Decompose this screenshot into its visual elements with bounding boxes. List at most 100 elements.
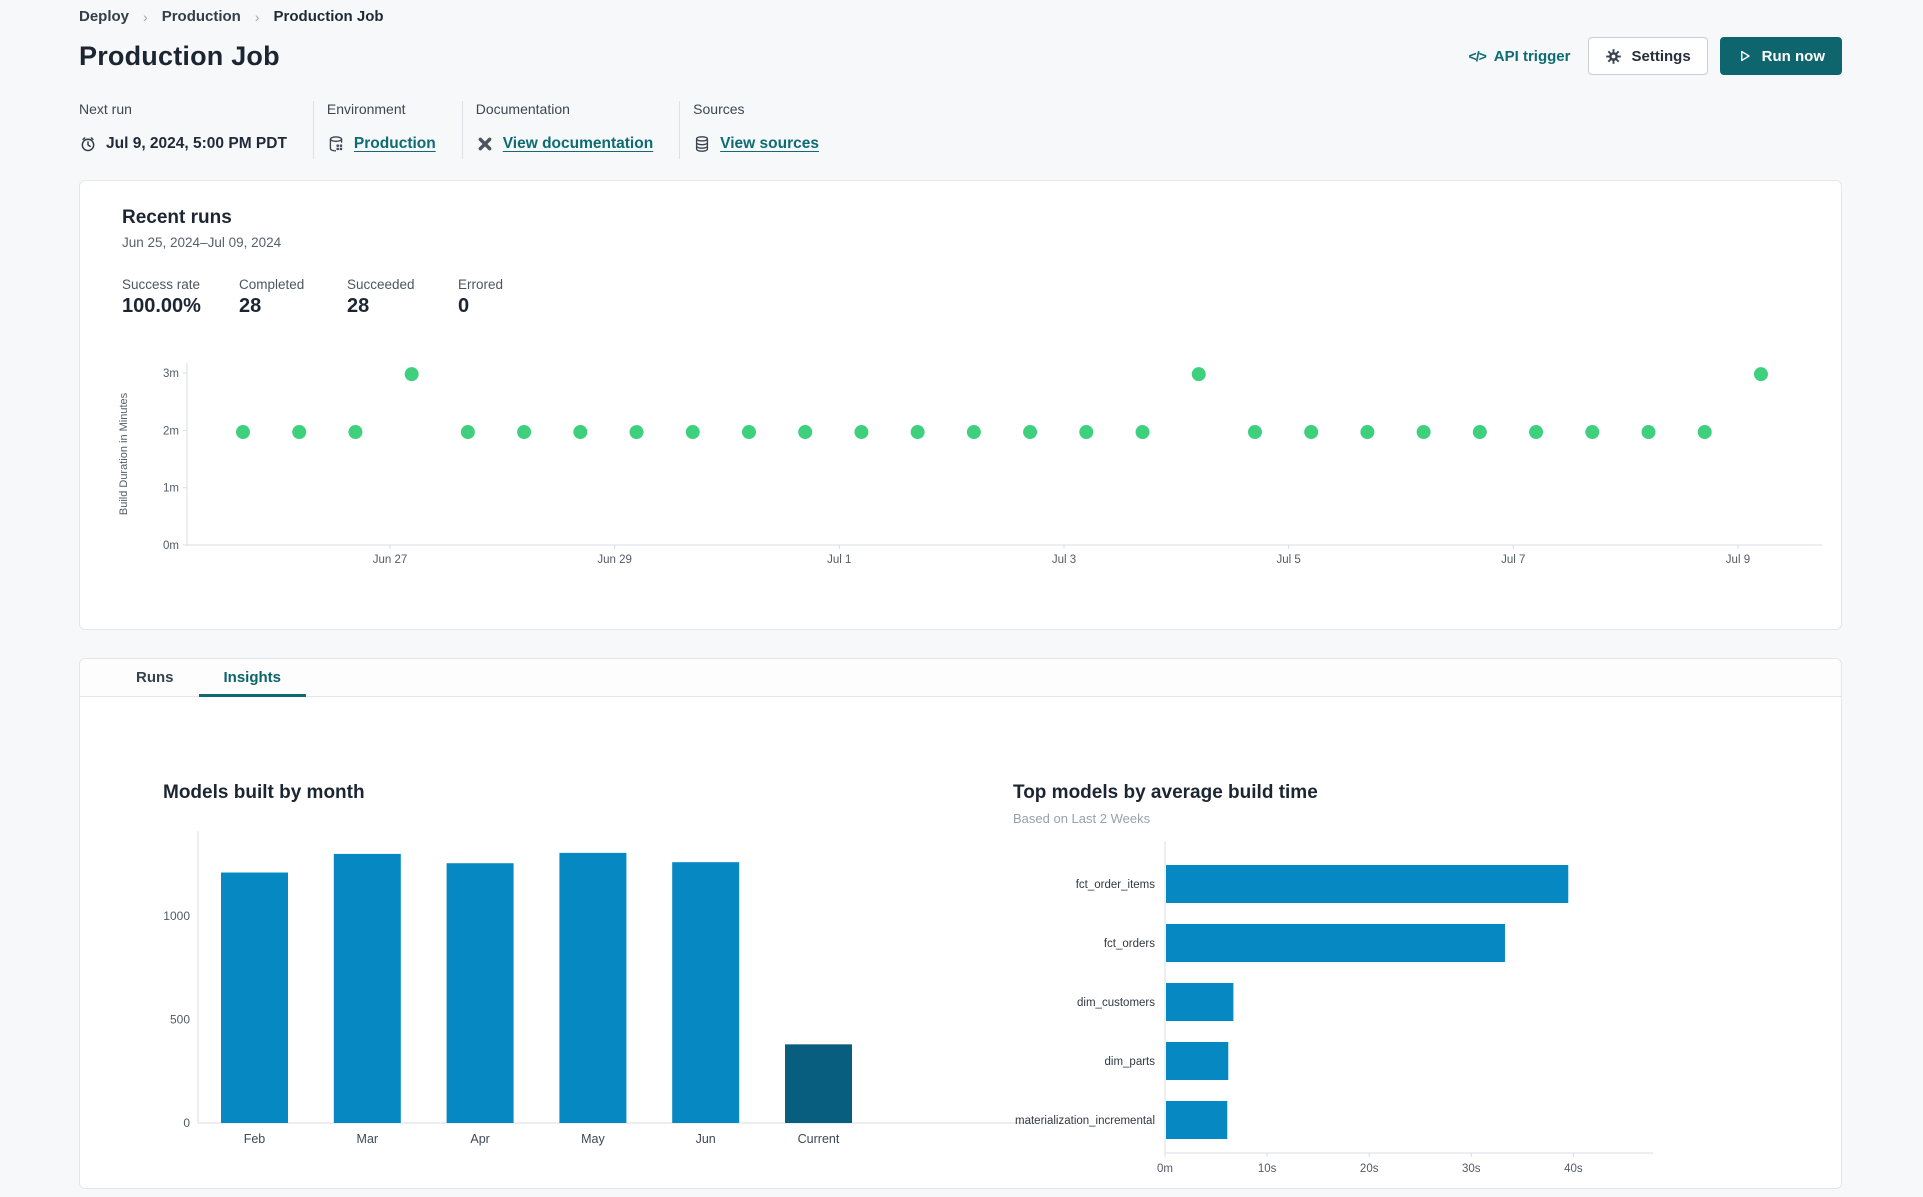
svg-text:dim_parts: dim_parts <box>1105 1056 1156 1068</box>
model-build-time-bar <box>1166 1101 1228 1139</box>
run-duration-point <box>1079 425 1094 440</box>
view-documentation-link[interactable]: View documentation <box>503 135 653 153</box>
build-duration-scatter-chart[interactable]: Build Duration in Minutes 0m 1m 2m 3m Jun 27 J… <box>80 359 1842 571</box>
svg-text:Feb: Feb <box>244 1132 266 1146</box>
run-duration-point <box>460 425 475 440</box>
chart-subtitle: Based on Last 2 Weeks <box>1013 811 1151 826</box>
settings-button[interactable]: Settings <box>1588 37 1708 75</box>
month-bar <box>446 863 514 1123</box>
meta-next-run: Next run Jul 9, 2024, 5:00 PM PDT <box>79 101 314 159</box>
run-duration-point <box>685 425 700 440</box>
svg-text:Mar: Mar <box>357 1132 379 1146</box>
api-trigger-label: API trigger <box>1493 47 1571 65</box>
run-duration-point <box>629 425 644 440</box>
chart-title: Top models by average build time <box>1013 782 1318 803</box>
chevron-right-icon: › <box>254 8 260 25</box>
run-duration-point <box>1304 425 1319 440</box>
svg-text:500: 500 <box>170 1013 190 1027</box>
model-build-time-bar <box>1166 865 1569 903</box>
run-duration-point <box>1135 425 1150 440</box>
breadcrumb-deploy[interactable]: Deploy <box>79 8 129 25</box>
run-duration-point <box>854 425 869 440</box>
model-build-time-bar <box>1166 983 1234 1021</box>
svg-text:Jul 1: Jul 1 <box>827 554 851 566</box>
top-models-build-time-chart: 0m 10s 20s 30s 40s fct_order_items fct_ordersd… <box>1015 841 1653 1175</box>
environment-database-icon <box>327 135 345 153</box>
run-duration-point <box>798 425 813 440</box>
run-duration-point <box>236 425 250 440</box>
recent-runs-stats: Success rate 100.00% Completed 28 Succee… <box>122 277 1841 318</box>
run-duration-point <box>1641 425 1656 440</box>
next-run-value: Jul 9, 2024, 5:00 PM PDT <box>106 135 287 152</box>
tab-runs[interactable]: Runs <box>111 659 199 696</box>
meta-environment: Environment Production <box>314 101 463 159</box>
svg-text:40s: 40s <box>1564 1163 1583 1175</box>
page-header: Production Job </> API trigger Settings … <box>79 37 1842 75</box>
view-sources-link[interactable]: View sources <box>720 135 819 153</box>
job-meta-row: Next run Jul 9, 2024, 5:00 PM PDT Enviro… <box>79 101 1842 159</box>
svg-text:Jun: Jun <box>696 1132 716 1146</box>
run-duration-point <box>404 367 419 382</box>
models-built-by-month-block: Models built by month 0 500 1000 Feb Mar Apr M… <box>163 782 1037 1188</box>
svg-text:May: May <box>581 1132 605 1146</box>
header-actions: </> API trigger Settings Run now <box>1469 37 1842 75</box>
run-duration-point <box>292 425 307 440</box>
environment-link[interactable]: Production <box>354 135 436 153</box>
month-bar <box>672 862 740 1123</box>
svg-text:0m: 0m <box>163 540 179 552</box>
svg-text:Jul 3: Jul 3 <box>1052 554 1076 566</box>
tab-insights[interactable]: Insights <box>198 659 307 697</box>
run-duration-point <box>1585 425 1600 440</box>
svg-text:Apr: Apr <box>470 1132 489 1146</box>
svg-text:20s: 20s <box>1360 1163 1379 1175</box>
month-bar <box>785 1044 852 1123</box>
svg-text:0: 0 <box>183 1116 190 1130</box>
alarm-clock-icon <box>79 135 97 153</box>
meta-label: Documentation <box>475 101 570 117</box>
recent-runs-card: Recent runs Jun 25, 2024–Jul 09, 2024 Su… <box>79 180 1842 630</box>
page-title: Production Job <box>79 40 280 71</box>
tab-strip: Runs Insights <box>80 659 1841 697</box>
job-detail-tabs-card: Runs Insights Models built by month 0 500… <box>79 658 1842 1189</box>
models-built-by-month-chart: 0 500 1000 Feb Mar Apr May Jun Current <box>163 831 1037 1146</box>
svg-text:Jul 5: Jul 5 <box>1276 554 1300 566</box>
settings-label: Settings <box>1631 47 1691 65</box>
chart-title: Models built by month <box>163 782 365 803</box>
breadcrumb-current-page: Production Job <box>273 8 384 25</box>
svg-text:Jun 27: Jun 27 <box>373 554 408 566</box>
meta-label: Sources <box>693 101 745 117</box>
production-job-page: Deploy › Production › Production Job Pro… <box>0 0 1923 1197</box>
svg-text:30s: 30s <box>1462 1163 1481 1175</box>
breadcrumb: Deploy › Production › Production Job <box>79 0 1842 25</box>
svg-text:1000: 1000 <box>163 909 190 923</box>
svg-text:3m: 3m <box>163 368 179 380</box>
svg-text:fct_orders: fct_orders <box>1104 938 1155 950</box>
run-duration-point <box>910 425 925 440</box>
run-duration-point <box>348 425 363 440</box>
run-duration-point <box>1529 425 1544 440</box>
svg-text:1m: 1m <box>163 483 179 495</box>
svg-text:fct_order_items: fct_order_items <box>1076 879 1156 891</box>
insights-panel: Models built by month 0 500 1000 Feb Mar Apr M… <box>80 697 1841 1188</box>
svg-text:Jul 9: Jul 9 <box>1726 554 1750 566</box>
api-trigger-link[interactable]: </> API trigger <box>1469 48 1571 65</box>
svg-text:Jul 7: Jul 7 <box>1501 554 1525 566</box>
svg-text:materialization_incremental: materialization_incremental <box>1015 1115 1155 1127</box>
recent-runs-title: Recent runs <box>122 207 232 228</box>
model-build-time-bar <box>1166 1042 1229 1080</box>
run-duration-point <box>1191 367 1206 382</box>
code-icon: </> <box>1468 48 1487 64</box>
run-now-label: Run now <box>1761 47 1825 65</box>
meta-label: Environment <box>326 101 406 117</box>
run-now-button[interactable]: Run now <box>1719 37 1842 75</box>
run-duration-point <box>1753 367 1768 382</box>
gear-icon <box>1605 48 1622 65</box>
meta-sources: Sources View sources <box>680 101 845 159</box>
meta-label: Next run <box>79 101 132 117</box>
run-duration-point <box>1697 425 1712 440</box>
stat-success-rate: Success rate 100.00% <box>122 277 201 317</box>
breadcrumb-production[interactable]: Production <box>162 8 241 25</box>
run-duration-point <box>1247 425 1262 440</box>
play-icon <box>1737 48 1753 64</box>
recent-runs-date-range: Jun 25, 2024–Jul 09, 2024 <box>122 235 282 250</box>
